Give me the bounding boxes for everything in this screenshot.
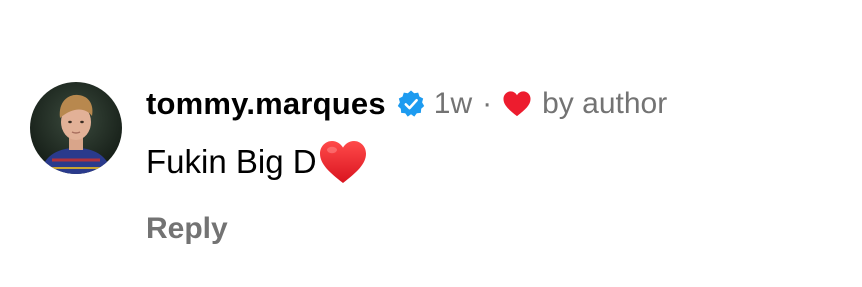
verified-badge-icon bbox=[396, 89, 426, 119]
meta-separator: · bbox=[482, 87, 493, 120]
comment: tommy.marques 1w · by author Fukin Big D bbox=[30, 82, 667, 246]
comment-text: Fukin Big D bbox=[146, 138, 667, 186]
red-heart-emoji bbox=[317, 138, 369, 186]
comment-time: 1w bbox=[433, 87, 473, 120]
avatar-photo bbox=[30, 82, 122, 174]
reply-button[interactable]: Reply bbox=[146, 212, 667, 246]
comment-text-content: Fukin Big D bbox=[146, 143, 317, 180]
heart-icon bbox=[502, 90, 532, 118]
username-link[interactable]: tommy.marques bbox=[146, 86, 386, 122]
comment-body: tommy.marques 1w · by author Fukin Big D bbox=[146, 82, 667, 246]
liked-by-author: by author bbox=[542, 87, 668, 120]
avatar[interactable] bbox=[30, 82, 122, 174]
comment-meta: tommy.marques 1w · by author bbox=[146, 82, 667, 126]
